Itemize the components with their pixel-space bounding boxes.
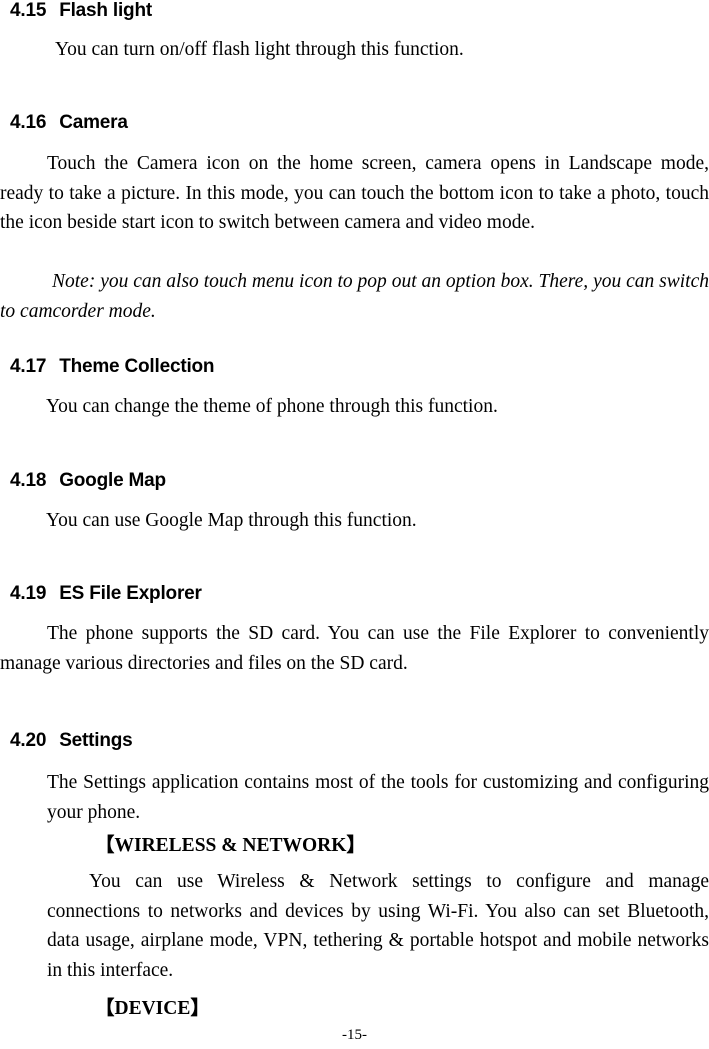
section-number: 4.17 [10,356,47,377]
document-page: 4.15 Flash light You can turn on/off flas… [0,0,709,1049]
section-heading-4-16: 4.16 Camera [10,112,128,134]
section-title: Flash light [59,0,152,21]
paragraph-es-file-explorer: The phone supports the SD card. You can … [0,623,709,674]
section-heading-4-17: 4.17 Theme Collection [10,356,215,378]
section-title: Google Map [59,470,166,491]
section-number: 4.16 [10,112,47,133]
section-heading-4-15: 4.15 Flash light [10,0,152,22]
page-number: -15- [342,1027,367,1043]
section-title: ES File Explorer [59,583,202,604]
section-title: Camera [59,112,128,133]
section-heading-4-20: 4.20 Settings [10,730,133,752]
paragraph-theme-collection: You can change the theme of phone throug… [46,396,498,417]
paragraph-camera-note: Note: you can also touch menu icon to po… [0,271,709,322]
paragraph-camera-main: Touch the Camera icon on the home screen… [0,153,709,233]
section-title: Settings [59,730,133,751]
section-title: Theme Collection [59,356,215,377]
section-heading-4-19: 4.19 ES File Explorer [10,583,202,605]
paragraph-flash-light: You can turn on/off flash light through … [55,39,464,60]
subsection-heading-wireless-network: 【WIRELESS & NETWORK】 [95,835,366,856]
paragraph-wireless-network-body: You can use Wireless & Network settings … [47,871,709,981]
section-number: 4.18 [10,470,47,491]
paragraph-settings-intro: The Settings application contains most o… [47,772,709,823]
section-heading-4-18: 4.18 Google Map [10,470,166,492]
section-number: 4.19 [10,583,47,604]
section-number: 4.15 [10,0,47,21]
paragraph-google-map: You can use Google Map through this func… [46,510,417,531]
section-number: 4.20 [10,730,47,751]
subsection-heading-device: 【DEVICE】 [95,998,210,1019]
